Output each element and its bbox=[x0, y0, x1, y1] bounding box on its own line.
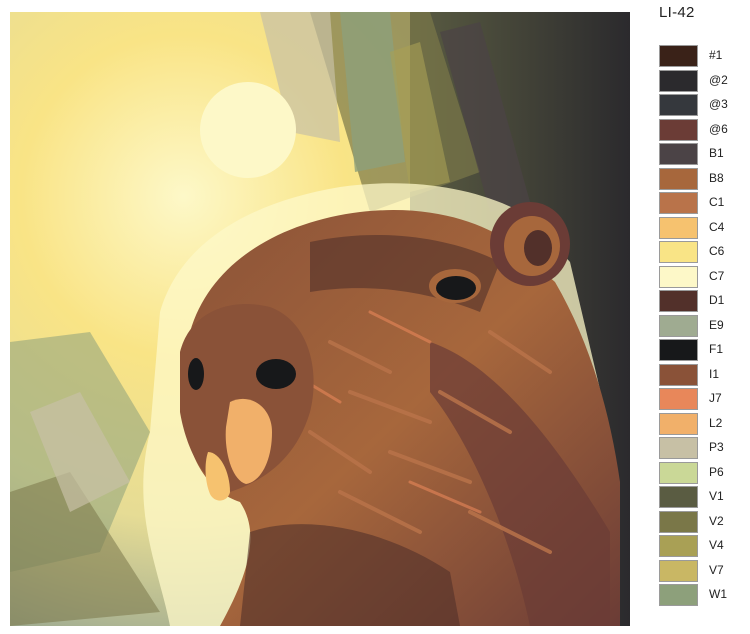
color-swatch bbox=[659, 437, 698, 459]
color-code-label: @2 bbox=[709, 72, 728, 87]
kit-code: LI-42 bbox=[659, 4, 695, 21]
color-code-label: J7 bbox=[709, 391, 722, 405]
color-swatch bbox=[659, 167, 698, 190]
color-code-label: @3 bbox=[709, 97, 728, 111]
color-swatch bbox=[659, 143, 698, 165]
color-code-label: V1 bbox=[709, 489, 724, 503]
color-code-label: #1 bbox=[709, 48, 723, 62]
color-code-label: P3 bbox=[709, 440, 724, 454]
color-swatch bbox=[659, 535, 698, 557]
color-code-label: L2 bbox=[709, 415, 723, 430]
color-code-label: @6 bbox=[709, 121, 728, 136]
color-code-label: V2 bbox=[709, 513, 724, 528]
color-swatch bbox=[659, 584, 698, 606]
color-swatch bbox=[659, 388, 698, 410]
color-code-label: V4 bbox=[709, 538, 724, 552]
color-swatch bbox=[659, 216, 698, 239]
color-code-label: C6 bbox=[709, 244, 725, 258]
color-swatch bbox=[659, 412, 698, 435]
color-swatch bbox=[659, 290, 698, 312]
color-swatch bbox=[659, 118, 698, 141]
color-swatch bbox=[659, 559, 698, 582]
color-swatch bbox=[659, 94, 698, 116]
color-code-label: C1 bbox=[709, 195, 725, 209]
color-code-label: B8 bbox=[709, 170, 724, 185]
color-swatch bbox=[659, 192, 698, 214]
color-code-label: C4 bbox=[709, 219, 725, 234]
color-swatch bbox=[659, 265, 698, 288]
color-code-label: F1 bbox=[709, 342, 724, 356]
color-code-label: I1 bbox=[709, 366, 720, 381]
capybara-painting bbox=[10, 12, 630, 626]
color-swatch bbox=[659, 241, 698, 263]
color-code-label: E9 bbox=[709, 317, 724, 332]
color-swatch bbox=[659, 461, 698, 484]
color-swatch bbox=[659, 339, 698, 361]
color-code-label: W1 bbox=[709, 587, 727, 601]
color-code-label: B1 bbox=[709, 146, 724, 160]
color-code-label: C7 bbox=[709, 268, 725, 283]
color-swatch bbox=[659, 69, 698, 92]
color-code-label: P6 bbox=[709, 464, 724, 479]
color-swatch bbox=[659, 510, 698, 533]
color-swatch bbox=[659, 363, 698, 386]
color-code-label: V7 bbox=[709, 562, 724, 577]
color-code-label: D1 bbox=[709, 293, 725, 307]
color-swatch bbox=[659, 486, 698, 508]
color-swatch bbox=[659, 45, 698, 67]
color-swatch bbox=[659, 314, 698, 337]
